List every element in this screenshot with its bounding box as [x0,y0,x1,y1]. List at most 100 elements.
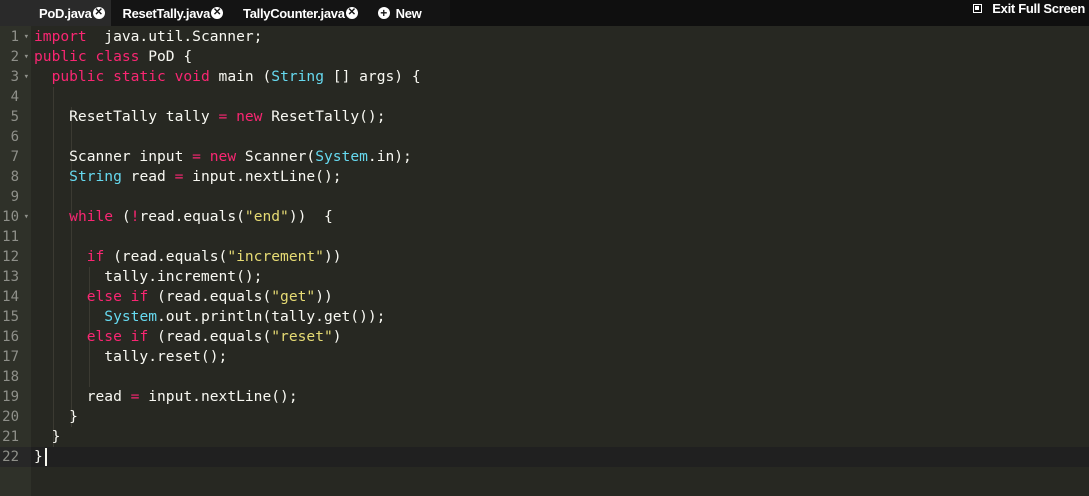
code-line[interactable]: tally.reset(); [31,347,1089,367]
code-line[interactable]: while (!read.equals("end")) { [31,207,1089,227]
code-token: java.util.Scanner; [86,28,263,45]
code-token: tally.increment(); [34,268,263,285]
code-area[interactable]: import java.util.Scanner; public class Po… [31,26,1089,496]
code-line[interactable]: tally.increment(); [31,267,1089,287]
fold-arrow-icon[interactable]: ▾ [24,47,29,67]
tab-pod-java[interactable]: PoD.java ✕ [0,0,111,26]
close-icon[interactable]: ✕ [92,7,105,19]
close-icon[interactable]: ✕ [211,7,224,19]
new-tab-button[interactable]: + New [364,0,428,26]
code-token: "reset" [271,328,333,345]
code-text: read = input.nextLine(); [34,387,298,407]
line-number: 16 [0,327,31,347]
line-number-text: 10 [2,209,19,225]
line-number-text: 21 [2,429,19,445]
code-token: .out.println(tally.get()); [157,308,386,325]
code-line[interactable]: } [31,407,1089,427]
code-line[interactable]: else if (read.equals("get")) [31,287,1089,307]
code-line[interactable]: Scanner input = new Scanner(System.in); [31,147,1089,167]
code-token: else [86,288,122,305]
line-number-text: 22 [2,449,19,465]
code-line[interactable]: read = input.nextLine(); [31,387,1089,407]
code-token: [] args) { [324,68,421,85]
line-number: 20 [0,407,31,427]
code-token: ( [113,208,131,225]
code-token: public [34,48,87,65]
fold-arrow-icon[interactable]: ▾ [24,67,29,87]
line-number: 22 [0,447,31,467]
code-token: if [130,328,149,345]
code-text: String read = input.nextLine(); [34,167,341,187]
close-icon[interactable]: ✕ [345,7,358,19]
code-text: } [34,407,78,427]
code-line[interactable]: ResetTally tally = new ResetTally(); [31,107,1089,127]
fold-arrow-icon[interactable]: ▾ [24,207,29,227]
exit-fullscreen-icon [973,3,983,13]
line-number-text: 11 [2,229,19,245]
code-text: public class PoD { [34,47,192,67]
code-line[interactable] [31,87,1089,107]
line-number-text: 2 [10,49,19,65]
code-line[interactable]: } [31,447,1089,467]
exit-fullscreen-button[interactable]: Exit Full Screen [973,0,1085,16]
code-line[interactable]: if (read.equals("increment")) [31,247,1089,267]
line-number-text: 9 [10,189,19,205]
line-number-text: 7 [10,149,19,165]
code-token: import [34,28,87,45]
code-token: (read.equals( [148,328,272,345]
code-token: String [271,68,324,85]
code-line[interactable] [31,127,1089,147]
line-number: 9 [0,187,31,207]
code-token: } [34,448,43,465]
code-line[interactable] [31,227,1089,247]
tab-tallycounter-java[interactable]: TallyCounter.java ✕ [229,0,364,26]
line-number-text: 17 [2,349,19,365]
code-token: System [104,308,158,325]
code-line[interactable]: else if (read.equals("reset") [31,327,1089,347]
line-number-text: 3 [10,69,19,85]
code-token: )) [323,248,342,265]
code-line[interactable]: System.out.println(tally.get()); [31,307,1089,327]
code-editor[interactable]: 1 ▾ 2 ▾ 3 ▾ 4 5 6 7 8 9 10 ▾ 11 12 13 14 15 16 17 18 19 20 21 22 … [0,26,1089,496]
code-text: import java.util.Scanner; [34,27,262,47]
text-cursor [44,448,47,466]
line-number: 6 [0,127,31,147]
code-line[interactable] [31,187,1089,207]
line-number: 3 ▾ [0,67,31,87]
fold-arrow-icon[interactable]: ▾ [24,27,29,47]
line-number: 7 [0,147,31,167]
code-token: } [34,428,61,445]
code-line[interactable]: } [31,427,1089,447]
code-token: (read.equals( [104,248,228,265]
line-number: 19 [0,387,31,407]
code-line[interactable]: import java.util.Scanner; [31,27,1089,47]
tab-resettally-java[interactable]: ResetTally.java ✕ [111,0,230,26]
line-number-text: 19 [2,389,19,405]
code-token: tally.reset(); [34,348,228,365]
code-text: public static void main (String [] args)… [34,67,421,87]
code-token: = [192,148,201,165]
line-number: 10 ▾ [0,207,31,227]
code-token: if [86,248,105,265]
code-line[interactable]: String read = input.nextLine(); [31,167,1089,187]
tab-bar: PoD.java ✕ ResetTally.java ✕ TallyCounte… [0,0,450,26]
code-text: } [34,447,43,467]
code-line[interactable]: public static void main (String [] args)… [31,67,1089,87]
line-number: 8 [0,167,31,187]
code-token: public [51,68,105,85]
code-token: new [209,148,237,165]
code-line[interactable]: public class PoD { [31,47,1089,67]
code-text: if (read.equals("increment")) [34,247,342,267]
code-text: else if (read.equals("get")) [34,287,333,307]
code-token: main ( [209,68,272,85]
code-line[interactable] [31,367,1089,387]
